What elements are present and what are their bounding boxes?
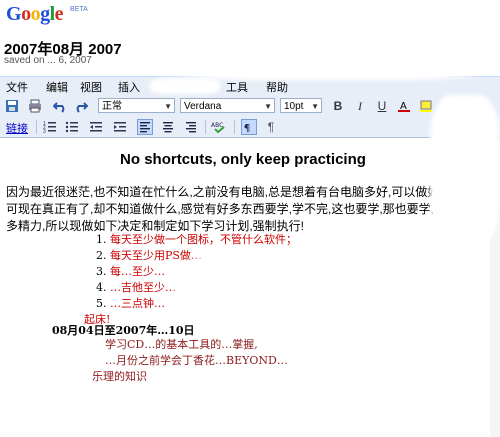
text-color-icon[interactable]: A [396, 98, 412, 114]
italic-button[interactable]: I [352, 98, 368, 114]
undo-icon[interactable] [52, 98, 68, 114]
google-logo[interactable]: Google [6, 3, 64, 26]
menu-help[interactable]: 帮助 [266, 79, 288, 95]
menu-tools[interactable]: 工具 [226, 79, 248, 95]
align-left-icon[interactable] [137, 119, 153, 135]
increase-indent-icon[interactable] [112, 119, 128, 135]
study-notes[interactable]: 学习CD…的基本工具的…掌握, …月份之前学会丁香花…BEYOND… 乐理的知识 [92, 337, 288, 385]
study-note-line[interactable]: 乐理的知识 [92, 369, 288, 385]
highlight-icon[interactable] [418, 98, 434, 114]
menu-file[interactable]: 文件 [6, 79, 28, 95]
align-center-icon[interactable] [160, 119, 176, 135]
study-note-line[interactable]: 学习CD…的基本工具的…掌握, [105, 337, 288, 353]
document-heading[interactable]: No shortcuts, only keep practicing [0, 151, 486, 168]
decrease-indent-icon[interactable] [88, 119, 104, 135]
chevron-down-icon: ▼ [264, 102, 272, 111]
rtl-direction-icon[interactable]: ¶ [263, 119, 279, 135]
numbered-list-icon[interactable]: 123 [42, 119, 58, 135]
svg-text:3: 3 [43, 129, 46, 134]
toolbar-divider [205, 120, 206, 134]
save-icon[interactable] [4, 98, 20, 114]
link-button[interactable]: 链接 [6, 120, 28, 136]
study-note-line[interactable]: …月份之前学会丁香花…BEYOND… [105, 353, 288, 369]
menu-view[interactable]: 视图 [80, 79, 102, 95]
ltr-direction-icon[interactable]: ¶ [241, 119, 257, 135]
smudge-overlay [150, 78, 220, 94]
print-icon[interactable] [27, 98, 43, 114]
underline-icon[interactable]: U [374, 98, 390, 114]
smudge-overlay [430, 95, 500, 245]
top-bar: Google BETA [0, 0, 500, 32]
smudge-overlay [160, 30, 500, 80]
style-select[interactable]: 正常 ▼ [98, 98, 175, 113]
redo-icon[interactable] [73, 98, 89, 114]
smudge-overlay [175, 255, 355, 315]
chevron-down-icon: ▼ [311, 102, 319, 111]
menu-insert[interactable]: 插入 [118, 79, 140, 95]
size-select[interactable]: 10pt ▼ [280, 98, 322, 113]
menu-edit[interactable]: 编辑 [46, 79, 68, 95]
list-item[interactable]: 1. 每天至少做一个图标，不管什么软件； [96, 232, 491, 248]
align-right-icon[interactable] [183, 119, 199, 135]
font-select[interactable]: Verdana ▼ [180, 98, 275, 113]
toolbar-divider [36, 120, 37, 134]
bulleted-list-icon[interactable] [64, 119, 80, 135]
saved-status: saved on ... 6, 2007 [4, 55, 92, 66]
toolbar-divider [234, 120, 235, 134]
logo-beta-label: BETA [70, 6, 88, 13]
document-paragraph[interactable]: 因为最近很迷茫,也不知道在忙什么,之前没有电脑,总是想着有台电脑多好,可以做好多… [6, 184, 488, 235]
svg-text:¶: ¶ [244, 123, 250, 133]
chevron-down-icon: ▼ [164, 102, 172, 111]
date-range-heading[interactable]: 08月04日至2007年…10日 [52, 322, 195, 338]
bold-button[interactable]: B [330, 98, 346, 114]
spellcheck-icon[interactable]: ABC [211, 119, 227, 135]
